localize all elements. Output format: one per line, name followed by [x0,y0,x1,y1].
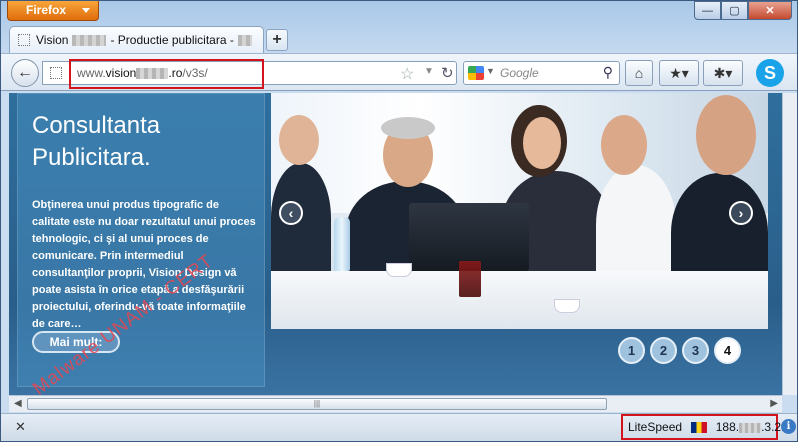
glass [459,261,481,297]
back-button[interactable]: ← [11,59,39,87]
addon-button[interactable]: ✱▾ [703,60,743,86]
coffee-cup [386,263,412,277]
home-button[interactable]: ⌂ [625,60,653,86]
vertical-scrollbar[interactable] [782,93,797,395]
skype-icon[interactable]: S [756,59,784,87]
person-right-head [696,95,756,175]
back-icon: ← [17,64,33,81]
new-tab-button[interactable]: + [266,29,288,51]
slider-page-3[interactable]: 3 [682,337,709,364]
favicon-icon [18,34,30,46]
chevron-down-icon [82,8,90,13]
water-bottle [334,217,350,271]
person-shirt [596,165,676,285]
page-title: Consultanta Publicitara. [32,112,161,171]
addon-icon: ✱▾ [713,64,733,81]
bookmarks-button[interactable]: ★▾ [659,60,699,86]
redacted-block [237,34,252,46]
close-window-button[interactable]: ✕ [748,1,792,20]
next-arrow-icon[interactable]: › [729,201,753,225]
minimize-button[interactable]: — [694,1,721,20]
hero-image: ‹ › [271,93,768,329]
scroll-left-icon[interactable]: ◀ [14,398,22,409]
server-name: LiteSpeed [628,420,683,434]
browser-window: Firefox — ▢ ✕ Vision - Productie publici… [0,0,798,442]
conference-table [271,271,768,329]
person-shirt-head [601,115,647,175]
history-dropdown-icon[interactable]: ▼ [424,66,434,77]
horizontal-scrollbar[interactable]: ◀ ||| ▶ [9,395,782,412]
home-icon: ⌂ [634,65,644,81]
maximize-button[interactable]: ▢ [721,1,748,20]
close-icon[interactable]: ✕ [15,419,26,435]
reload-icon[interactable]: ↻ [441,64,454,82]
prev-arrow-icon[interactable]: ‹ [279,201,303,225]
redacted-block [72,34,107,46]
search-placeholder: Google [500,66,539,80]
status-bar: ✕ LiteSpeed 188. .3.21 i [1,413,797,441]
search-engine-dropdown-icon[interactable]: ▼ [486,66,495,76]
navigation-toolbar: ← www.vision .ro/v3s/ ☆ ▼ ↻ ▼ Google ⚲ ⌂ … [1,53,797,91]
info-panel: Consultanta Publicitara. Obţinerea unui … [17,93,265,387]
slider-page-2[interactable]: 2 [650,337,677,364]
slider-pager: 1 2 3 4 [618,337,741,364]
person-center-left-hair [381,117,435,139]
slider-page-4[interactable]: 4 [714,337,741,364]
tab-title-prefix: Vision [36,33,69,47]
server-info: LiteSpeed 188. .3.21 [628,420,788,434]
page-content: Consultanta Publicitara. Obţinerea unui … [9,93,782,395]
person-left-head [279,115,319,165]
window-controls: — ▢ ✕ [694,1,792,20]
slider-page-1[interactable]: 1 [618,337,645,364]
tab-title-suffix: - Productie publicitara - [110,33,234,47]
firefox-menu-button[interactable]: Firefox [7,1,99,21]
search-icon[interactable]: ⚲ [603,64,613,81]
search-bar[interactable]: ▼ Google ⚲ [463,61,620,85]
firefox-menu-label: Firefox [26,3,67,17]
url-bar[interactable]: www.vision .ro/v3s/ ☆ ▼ ↻ [42,59,457,89]
scroll-right-icon[interactable]: ▶ [770,398,778,409]
star-icon[interactable]: ☆ [400,64,414,84]
flag-icon [691,422,708,434]
scroll-thumb[interactable]: ||| [27,398,607,410]
google-icon[interactable] [468,66,484,80]
redacted-block [739,422,762,433]
tab-active[interactable]: Vision - Productie publicitara - [9,26,264,53]
site-identity-icon [50,67,62,79]
person-woman-head [523,117,561,169]
url-highlight-box [69,59,264,89]
bookmarks-icon: ★▾ [669,64,689,81]
coffee-cup [554,299,580,313]
info-icon[interactable]: i [781,419,796,434]
ip-start: 188. [715,420,740,434]
